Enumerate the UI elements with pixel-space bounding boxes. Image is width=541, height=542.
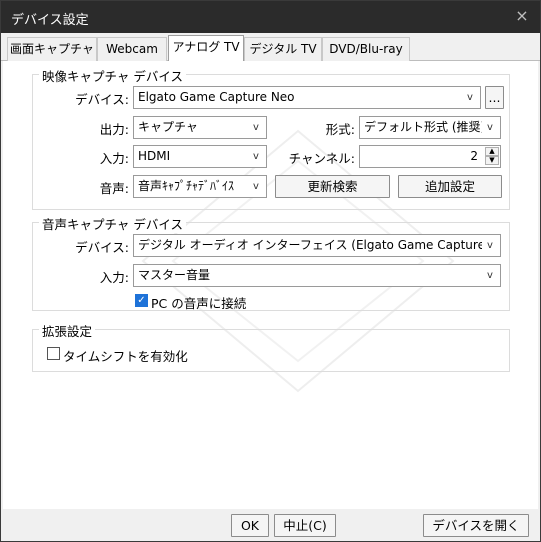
video-capture-group: 映像キャプチャ デバイス デバイス: Elgato Game Capture N… xyxy=(32,66,510,210)
tab-content: 映像キャプチャ デバイス デバイス: Elgato Game Capture N… xyxy=(3,61,538,509)
tab-strip: 画面キャプチャ Webcam アナログ TV デジタル TV DVD/Blu-r… xyxy=(1,33,540,62)
audio-capture-group: 音声キャプチャ デバイス デバイス: デジタル オーディオ インターフェイス (… xyxy=(32,214,510,311)
tab-webcam[interactable]: Webcam xyxy=(97,37,167,61)
spinner-arrows: ▲ ▼ xyxy=(485,147,499,166)
timeshift-checkbox[interactable] xyxy=(47,347,60,360)
advanced-settings-button[interactable]: 追加設定 xyxy=(398,175,502,198)
audio-input-label: 入力: xyxy=(99,270,129,285)
input-select[interactable]: HDMI v xyxy=(133,145,267,168)
dialog-footer: OK 中止(C) デバイスを開く(O) xyxy=(1,509,540,541)
input-value: HDMI xyxy=(138,149,171,163)
chevron-down-icon: v xyxy=(487,122,493,133)
cancel-button[interactable]: 中止(C) xyxy=(274,514,336,537)
chevron-down-icon: v xyxy=(467,92,473,103)
audio-device-select[interactable]: デジタル オーディオ インターフェイス (Elgato Game Capture… xyxy=(133,234,501,257)
title-bar: デバイス設定 × xyxy=(1,1,540,33)
audio-source-select[interactable]: 音声ｷｬﾌﾟﾁｬﾃﾞﾊﾞｲｽ v xyxy=(133,175,267,198)
channel-label: チャンネル: xyxy=(288,151,355,166)
chevron-down-icon: v xyxy=(487,240,493,251)
spin-down-icon[interactable]: ▼ xyxy=(485,156,499,165)
window-title: デバイス設定 xyxy=(11,13,89,28)
audio-input-select[interactable]: マスター音量 v xyxy=(133,264,501,287)
audio-label: 音声: xyxy=(99,181,129,196)
format-label: 形式: xyxy=(325,122,355,137)
refresh-search-button[interactable]: 更新検索 xyxy=(275,175,390,198)
format-value: デフォルト形式 (推奨) xyxy=(364,120,482,134)
extended-settings-group: 拡張設定 タイムシフトを有効化 xyxy=(32,321,510,372)
timeshift-label: タイムシフトを有効化 xyxy=(63,349,188,364)
video-device-label: デバイス: xyxy=(75,92,129,107)
open-device-button[interactable]: デバイスを開く(O) xyxy=(423,514,529,541)
chevron-down-icon: v xyxy=(253,122,259,133)
connect-pc-audio-label: PC の音声に接続 xyxy=(151,296,247,311)
audio-capture-group-title: 音声キャプチャ デバイス xyxy=(39,214,186,233)
tab-screen-capture[interactable]: 画面キャプチャ xyxy=(7,37,97,61)
spin-up-icon[interactable]: ▲ xyxy=(485,147,499,156)
connect-pc-audio-checkbox[interactable]: ✓ xyxy=(135,294,148,307)
input-label: 入力: xyxy=(99,151,129,166)
chevron-down-icon: v xyxy=(253,181,259,192)
ok-button[interactable]: OK xyxy=(231,514,269,537)
audio-source-value: 音声ｷｬﾌﾟﾁｬﾃﾞﾊﾞｲｽ xyxy=(138,179,235,193)
channel-spinner[interactable]: 2 ▲ ▼ xyxy=(359,145,501,168)
tab-analog-tv[interactable]: アナログ TV xyxy=(168,35,244,62)
output-select[interactable]: キャプチャ v xyxy=(133,116,267,139)
output-value: キャプチャ xyxy=(138,120,198,134)
audio-input-value: マスター音量 xyxy=(138,268,211,282)
video-device-value: Elgato Game Capture Neo xyxy=(138,90,295,104)
channel-value: 2 xyxy=(470,149,478,163)
browse-button[interactable]: ... xyxy=(485,86,504,109)
audio-device-value: デジタル オーディオ インターフェイス (Elgato Game Capture… xyxy=(138,238,482,252)
device-settings-dialog: デバイス設定 × 画面キャプチャ Webcam アナログ TV デジタル TV … xyxy=(0,0,541,542)
format-select[interactable]: デフォルト形式 (推奨) v xyxy=(359,116,501,139)
video-capture-group-title: 映像キャプチャ デバイス xyxy=(39,66,186,85)
video-device-select[interactable]: Elgato Game Capture Neo v xyxy=(133,86,481,109)
output-label: 出力: xyxy=(99,122,129,137)
audio-device-label: デバイス: xyxy=(75,240,129,255)
extended-settings-group-title: 拡張設定 xyxy=(39,321,96,340)
chevron-down-icon: v xyxy=(487,270,493,281)
tab-dvd-bluray[interactable]: DVD/Blu-ray xyxy=(322,37,410,61)
close-icon[interactable]: × xyxy=(512,6,532,26)
tab-digital-tv[interactable]: デジタル TV xyxy=(244,37,322,61)
chevron-down-icon: v xyxy=(253,151,259,162)
